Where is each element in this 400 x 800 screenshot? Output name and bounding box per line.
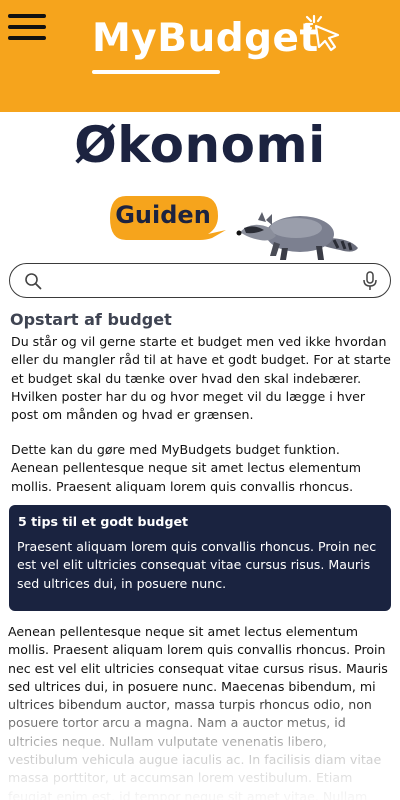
intro-paragraph: Du står og vil gerne starte et budget me… [11,334,391,423]
tips-title: 5 tips til et godt budget [18,514,189,529]
brand-logo-text[interactable]: MyBudget [92,16,319,61]
brand-underline [92,70,220,74]
guide-label: Guiden [115,201,211,229]
tips-box: 5 tips til et godt budget Praesent aliqu… [9,505,391,611]
microphone-icon[interactable] [362,271,378,291]
page-title: Økonomi [74,116,326,174]
hamburger-menu-icon[interactable] [8,14,46,44]
top-header: MyBudget [0,0,400,112]
search-input[interactable] [50,270,350,292]
guide-badge: Guiden [108,192,226,242]
feature-paragraph: Dette kan du gøre med MyBudgets budget f… [11,442,361,494]
click-cursor-icon [304,14,340,52]
tips-body: Praesent aliquam lorem quis convallis rh… [17,539,377,591]
search-bar[interactable] [9,263,391,298]
body-paragraph: Aenean pellentesque neque sit amet lectu… [8,624,388,800]
raccoon-mascot [236,212,358,260]
search-icon[interactable] [24,272,42,290]
section-heading: Opstart af budget [10,310,172,329]
